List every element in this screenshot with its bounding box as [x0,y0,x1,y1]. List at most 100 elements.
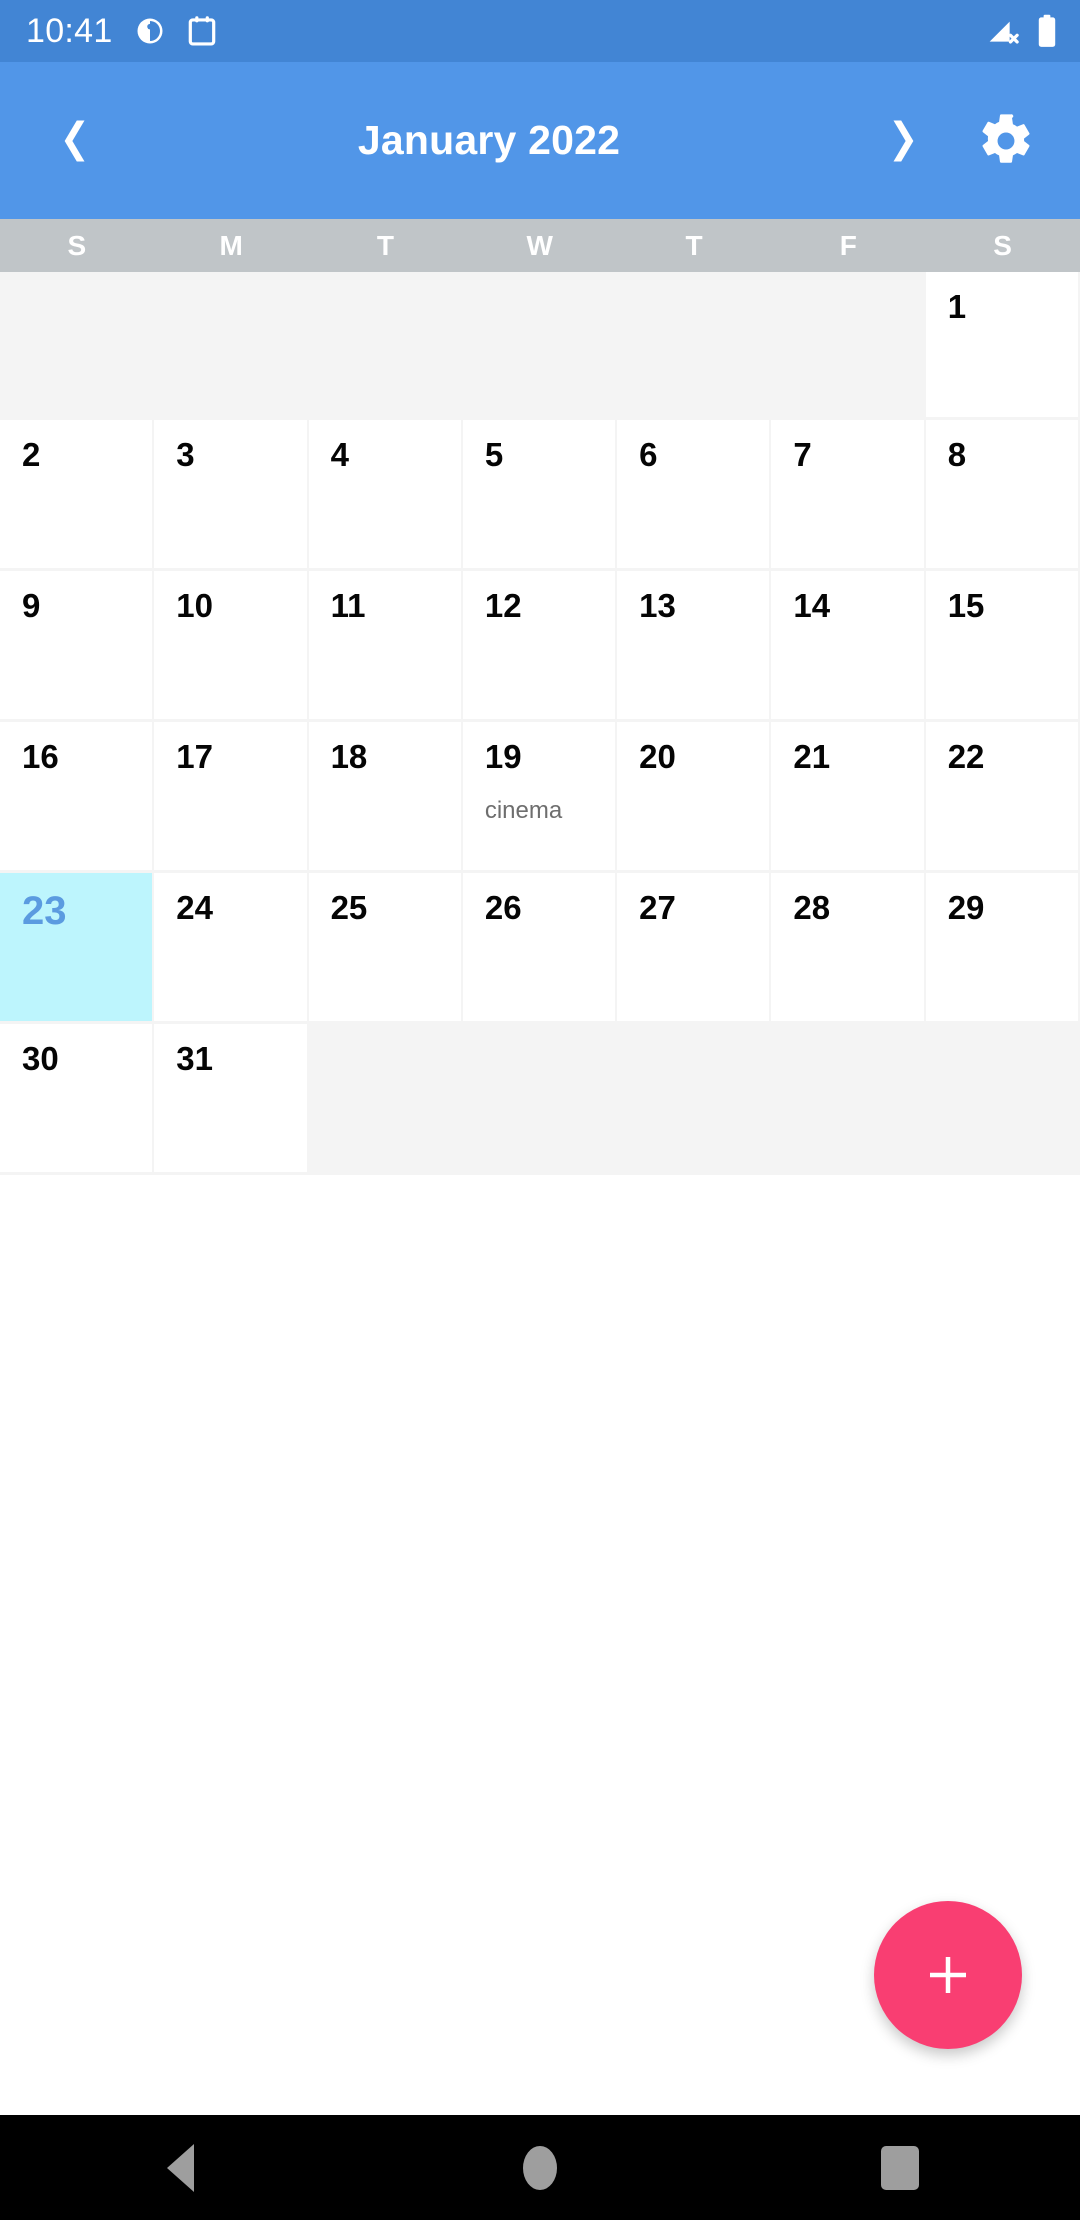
system-navigation-bar [0,2115,1080,2220]
calendar-day-cell[interactable]: 30 [0,1024,153,1172]
weekday-label-sun: S [67,229,87,261]
notification-circle-icon [135,16,165,46]
calendar-day-cell[interactable]: 28 [771,873,924,1021]
calendar-day-number: 11 [330,587,366,624]
calendar-day-cell[interactable]: 24 [154,873,307,1021]
calendar-day-cell[interactable]: 21 [771,722,924,870]
calendar-day-cell[interactable]: 27 [617,873,770,1021]
calendar-day-cell[interactable]: 23 [0,873,153,1021]
calendar-day-cell[interactable]: 5 [462,420,616,568]
calendar-day-cell[interactable]: 15 [925,571,1078,719]
calendar-day-cell[interactable]: 31 [154,1024,307,1172]
calendar-day-cell[interactable]: 20 [617,722,770,870]
calendar-empty-cell [926,1024,1078,1172]
calendar-day-number: 28 [793,889,831,926]
calendar-day-events: cinema [485,795,615,826]
nav-back-button[interactable] [100,2115,260,2220]
calendar-day-number: 16 [22,738,59,775]
calendar-day-number: 9 [22,587,41,624]
calendar-day-number: 18 [330,738,368,775]
chevron-right-icon [893,119,914,162]
calendar-day-cell[interactable]: 10 [154,571,307,719]
calendar-week-row: 1 [0,272,1080,420]
calendar-day-cell[interactable]: 7 [771,420,924,568]
calendar-week-row: 9 10 11 12 13 14 15 [0,571,1080,722]
calendar-day-number: 30 [22,1040,59,1077]
calendar-day-number: 1 [947,288,967,325]
calendar-day-number: 7 [793,436,812,473]
calendar-day-cell[interactable]: 3 [154,420,307,568]
calendar-day-cell[interactable]: 17 [154,722,307,870]
calendar-day-cell[interactable]: 25 [308,873,461,1021]
app-screen: 10:41 January 2022 S M T W T F S 1 2 3 4… [0,0,1080,2220]
calendar-empty-cell [617,1024,769,1172]
calendar-day-number: 26 [484,889,522,926]
calendar-day-number: 23 [22,889,67,933]
calendar-week-row: 16 17 18 19 cinema 20 21 22 [0,722,1080,873]
calendar-day-cell[interactable]: 22 [925,722,1078,870]
weekday-label-sat: S [993,229,1013,261]
calendar-event-item[interactable]: cinema [485,795,615,826]
battery-full-icon [1036,14,1058,48]
calendar-day-cell[interactable]: 29 [925,873,1078,1021]
calendar-day-cell[interactable]: 19 cinema [462,722,616,870]
calendar-notification-icon [187,15,217,47]
calendar-day-cell[interactable]: 14 [771,571,924,719]
calendar-grid: 1 2 3 4 5 6 7 8 9 10 11 12 13 14 15 16 17 18 19 cinema 20 21 2… [0,272,1080,1175]
nav-home-button[interactable] [460,2115,620,2220]
calendar-empty-cell [771,272,923,417]
calendar-day-number: 10 [176,587,213,624]
calendar-empty-space [0,1175,1080,2115]
calendar-week-row: 2 3 4 5 6 7 8 [0,420,1080,571]
calendar-day-number: 29 [947,889,985,926]
calendar-day-number: 21 [793,738,831,775]
add-event-button[interactable] [874,1901,1022,2049]
calendar-day-number: 20 [639,738,676,775]
nav-recents-button[interactable] [820,2115,980,2220]
calendar-week-row: 30 31 [0,1024,1080,1175]
status-bar: 10:41 [0,0,1080,62]
calendar-day-cell[interactable]: 13 [617,571,770,719]
calendar-day-cell[interactable]: 4 [308,420,461,568]
calendar-day-cell[interactable]: 9 [0,571,153,719]
calendar-day-cell[interactable]: 2 [0,420,153,568]
calendar-day-number: 17 [176,738,213,775]
status-bar-right [986,14,1058,48]
calendar-day-number: 12 [484,587,522,624]
calendar-day-number: 14 [793,587,831,624]
app-bar: January 2022 [0,62,1080,219]
calendar-day-number: 13 [639,587,676,624]
calendar-day-number: 2 [22,436,41,473]
calendar-empty-cell [309,272,461,417]
gear-icon [982,113,1030,163]
calendar-day-number: 25 [330,889,368,926]
prev-month-button[interactable] [28,95,120,187]
weekday-label-mon: M [219,229,244,261]
calendar-day-cell[interactable]: 12 [462,571,616,719]
calendar-day-number: 22 [947,738,985,775]
calendar-day-number: 27 [639,889,676,926]
calendar-day-number: 24 [176,889,213,926]
weekday-header: S M T W T F S [0,219,1080,272]
calendar-day-cell[interactable]: 11 [308,571,461,719]
signal-no-service-icon [986,15,1020,47]
settings-button[interactable] [960,95,1052,187]
next-month-button[interactable] [858,95,950,187]
weekday-label-tue: T [376,229,395,261]
home-circle-icon [523,2145,557,2190]
status-clock: 10:41 [26,12,113,50]
calendar-day-cell[interactable]: 16 [0,722,153,870]
calendar-empty-cell [463,1024,615,1172]
calendar-day-cell[interactable]: 8 [925,420,1078,568]
calendar-day-cell[interactable]: 6 [617,420,770,568]
calendar-day-cell[interactable]: 1 [925,272,1078,417]
weekday-label-fri: F [839,229,858,261]
calendar-day-cell[interactable]: 18 [308,722,461,870]
calendar-empty-cell [0,272,152,417]
status-bar-left: 10:41 [26,14,217,48]
app-bar-actions [858,95,1052,187]
calendar-day-cell[interactable]: 26 [462,873,616,1021]
calendar-day-number: 15 [947,587,985,624]
weekday-label-thu: T [685,229,704,261]
weekday-label-wed: W [526,229,554,261]
